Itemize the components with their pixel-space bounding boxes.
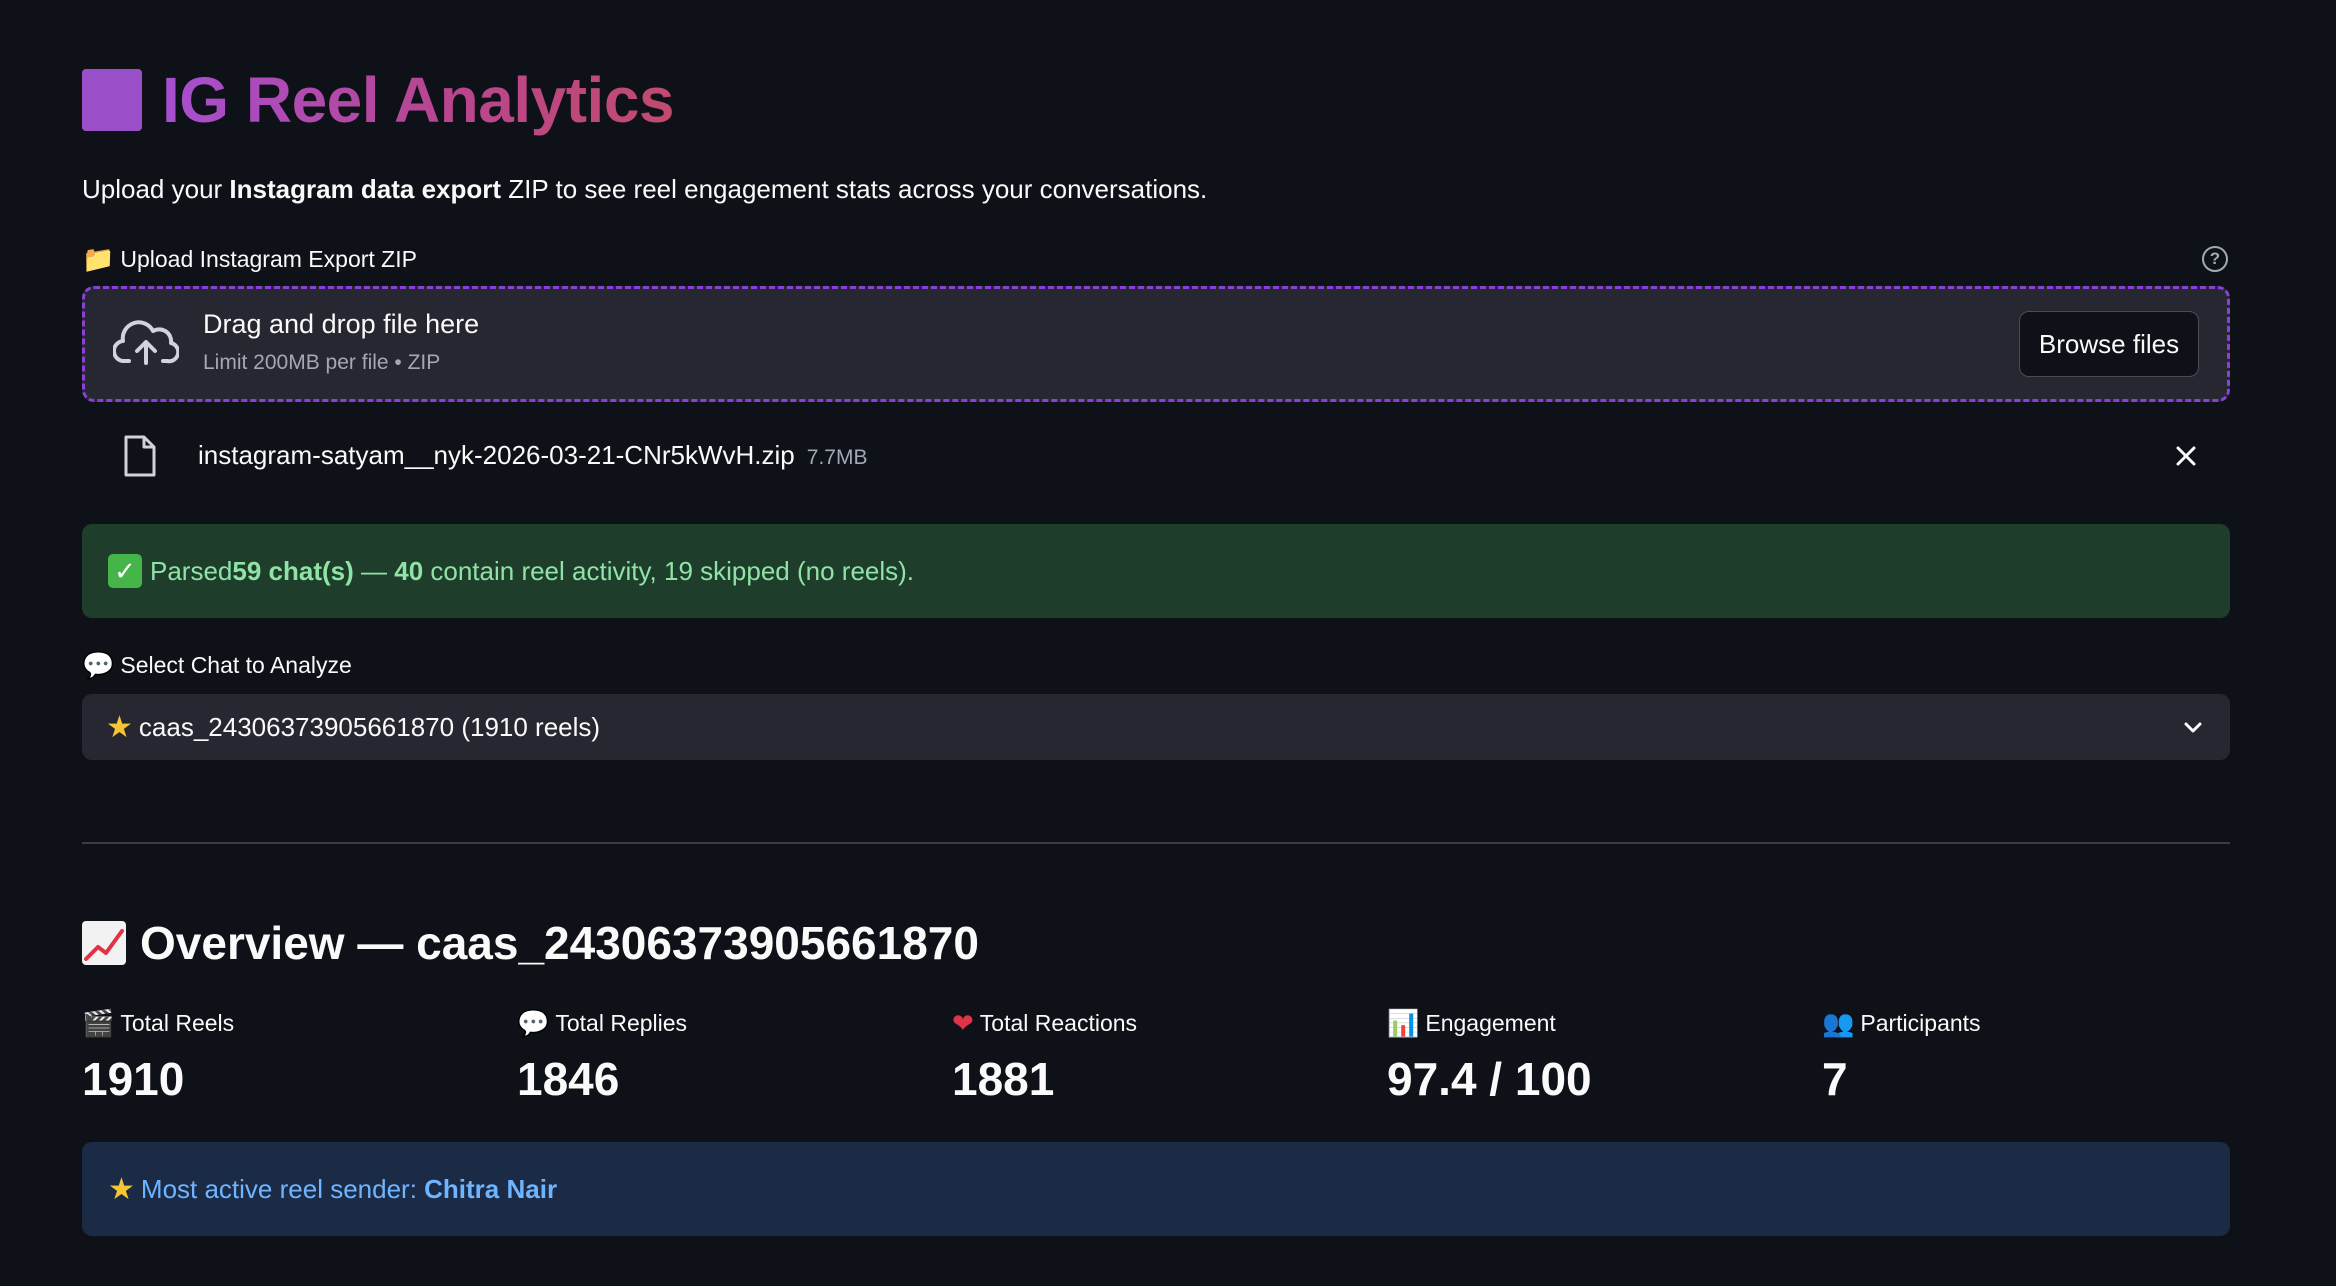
chat-select-value: caas_24306373905661870 (1910 reels): [138, 711, 601, 742]
dropzone-title: Drag and drop file here: [203, 309, 480, 339]
star-icon: ★: [106, 710, 133, 744]
metric-label: 👥 Participants: [1822, 1006, 2242, 1040]
metric-total-reactions: ❤ Total Reactions 1881: [952, 1006, 1372, 1106]
uploader-label-text: Upload Instagram Export ZIP: [120, 246, 417, 272]
browse-files-button[interactable]: Browse files: [2019, 311, 2199, 377]
metric-value: 1910: [82, 1053, 185, 1105]
intro-prefix: Upload your: [82, 174, 230, 204]
page-title: IG Reel Analytics: [162, 64, 675, 136]
metric-label: 📊 Engagement: [1387, 1006, 1807, 1040]
purple-square-icon: [82, 69, 142, 131]
intro-suffix: ZIP to see reel engagement stats across …: [501, 174, 1208, 204]
help-icon[interactable]: ?: [2202, 246, 2228, 272]
metric-value: 97.4 / 100: [1387, 1053, 1592, 1105]
metric-label: ❤ Total Reactions: [952, 1006, 1372, 1040]
file-name-text: instagram-satyam__nyk-2026-03-21-CNr5kWv…: [198, 440, 795, 470]
heart-icon: ❤: [952, 1007, 974, 1038]
most-active-sender-name: Chitra Nair: [424, 1173, 558, 1204]
select-label: 💬 Select Chat to Analyze: [82, 650, 352, 681]
info-text: Most active reel sender:: [140, 1173, 425, 1204]
success-bold-2: 40: [394, 555, 424, 586]
metric-label: 🎬 Total Reels: [82, 1006, 502, 1040]
speech-bubble-icon: 💬: [517, 1007, 550, 1038]
metric-value: 1881: [952, 1053, 1055, 1105]
success-text-2: —: [353, 555, 395, 586]
file-name: instagram-satyam__nyk-2026-03-21-CNr5kWv…: [198, 440, 867, 471]
metric-value: 1846: [517, 1053, 620, 1105]
people-icon: 👥: [1822, 1007, 1855, 1038]
metric-label-text: Total Reels: [120, 1009, 235, 1036]
success-bold-1: 59 chat(s): [232, 555, 354, 586]
metric-label-text: Engagement: [1425, 1009, 1556, 1036]
success-text-1: Parsed: [150, 555, 233, 586]
check-mark-icon: ✓: [108, 554, 142, 588]
metric-total-reels: 🎬 Total Reels 1910: [82, 1006, 502, 1106]
success-alert: ✓ Parsed 59 chat(s) — 40 contain reel ac…: [82, 524, 2230, 618]
file-size: 7.7MB: [806, 446, 868, 469]
info-alert: ★ Most active reel sender: Chitra Nair: [82, 1142, 2230, 1236]
metric-label: 💬 Total Replies: [517, 1006, 937, 1040]
select-label-text: Select Chat to Analyze: [120, 652, 352, 678]
speech-bubble-icon: 💬: [82, 650, 115, 680]
uploader-label: 📁 Upload Instagram Export ZIP: [82, 244, 417, 275]
intro-text: Upload your Instagram data export ZIP to…: [82, 174, 1207, 205]
metric-engagement: 📊 Engagement 97.4 / 100: [1387, 1006, 1807, 1106]
star-icon: ★: [108, 1172, 135, 1206]
metric-participants: 👥 Participants 7: [1822, 1006, 2242, 1106]
bar-chart-icon: 📊: [1387, 1007, 1420, 1038]
folder-icon: 📁: [82, 244, 115, 274]
dropzone-subtitle: Limit 200MB per file • ZIP: [203, 351, 441, 374]
chevron-down-icon[interactable]: [2182, 716, 2204, 738]
file-icon: [124, 435, 156, 477]
chat-select[interactable]: ★ caas_24306373905661870 (1910 reels): [82, 694, 2230, 760]
page-title-row: IG Reel Analytics: [82, 60, 675, 140]
overview-title: Overview — caas_24306373905661870: [140, 917, 979, 969]
clapper-board-icon: 🎬: [82, 1007, 115, 1038]
close-icon[interactable]: [2172, 442, 2200, 470]
section-divider: [82, 842, 2230, 844]
intro-bold: Instagram data export: [229, 174, 502, 204]
metric-label-text: Participants: [1860, 1009, 1981, 1036]
chart-increasing-icon: [82, 921, 126, 965]
metric-label-text: Total Reactions: [979, 1009, 1138, 1036]
uploaded-file-row: instagram-satyam__nyk-2026-03-21-CNr5kWv…: [82, 430, 2230, 482]
overview-heading: Overview — caas_24306373905661870: [82, 916, 979, 970]
metric-total-replies: 💬 Total Replies 1846: [517, 1006, 937, 1106]
metric-value: 7: [1822, 1053, 1848, 1105]
metric-label-text: Total Replies: [555, 1009, 688, 1036]
app-page: IG Reel Analytics Upload your Instagram …: [0, 0, 2336, 1286]
cloud-upload-icon: [113, 320, 179, 365]
success-text-3: contain reel activity, 19 skipped (no re…: [423, 555, 915, 586]
file-dropzone[interactable]: Drag and drop file here Limit 200MB per …: [82, 286, 2230, 402]
